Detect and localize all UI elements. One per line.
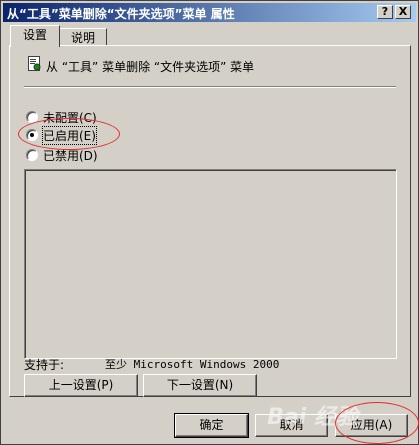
- options-area: [24, 169, 397, 359]
- settings-panel: 从 “工具” 菜单删除 “文件夹选项” 菜单 未配置(C) 已启用(E) 已禁用…: [9, 45, 411, 397]
- supported-on-value: 至少 Microsoft Windows 2000: [105, 358, 280, 371]
- next-setting-button[interactable]: 下一设置(N): [143, 374, 257, 397]
- divider: [24, 86, 396, 88]
- window-title: 从“工具”菜单删除“文件夹选项”菜单 属性: [7, 7, 235, 21]
- tab-settings[interactable]: 设置: [10, 25, 60, 47]
- radio-not-configured-label[interactable]: 未配置(C): [43, 109, 97, 126]
- ok-button[interactable]: 确定: [174, 413, 249, 438]
- supported-on-label: 支持于:: [24, 358, 65, 372]
- policy-setting-icon: [28, 56, 41, 71]
- policy-name: 从 “工具” 菜单删除 “文件夹选项” 菜单: [46, 60, 255, 74]
- radio-disabled-label[interactable]: 已禁用(D): [43, 147, 98, 164]
- close-button[interactable]: X: [395, 5, 411, 19]
- baidu-watermark: Bai 经验: [267, 405, 358, 430]
- title-bar[interactable]: 从“工具”菜单删除“文件夹选项”菜单 属性 ? X: [3, 3, 416, 22]
- radio-selected-dot: [30, 133, 34, 137]
- radio-disabled-circle[interactable]: [26, 149, 38, 161]
- help-button[interactable]: ?: [377, 5, 393, 19]
- radio-enabled-label[interactable]: 已启用(E): [42, 126, 97, 145]
- radio-not-configured-circle[interactable]: [26, 111, 38, 123]
- radio-enabled-circle[interactable]: [26, 129, 38, 141]
- properties-dialog: 从“工具”菜单删除“文件夹选项”菜单 属性 ? X 设置 说明 从 “工具” 菜…: [0, 0, 419, 445]
- previous-setting-button[interactable]: 上一设置(P): [24, 374, 138, 397]
